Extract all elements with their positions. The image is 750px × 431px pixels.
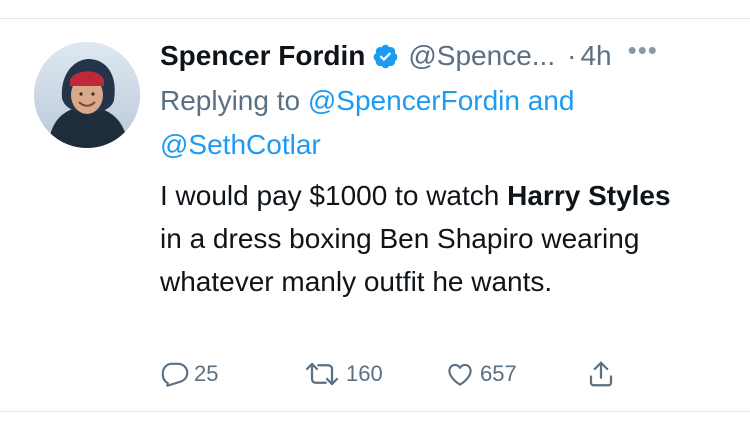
tweet-text-bold: Harry Styles xyxy=(507,180,671,211)
like-icon xyxy=(444,359,476,389)
retweet-icon xyxy=(302,359,342,389)
verified-badge-icon xyxy=(372,43,399,70)
tweet-actions: 25 160 657 xyxy=(160,358,616,390)
tweet-text-part-1: I would pay $1000 to watch xyxy=(160,180,500,211)
author-name[interactable]: Spencer Fordin xyxy=(160,40,365,72)
avatar-photo xyxy=(34,42,140,148)
share-icon xyxy=(586,358,616,390)
tweet-timestamp[interactable]: 4h xyxy=(580,40,611,72)
reply-button[interactable]: 25 xyxy=(160,359,302,389)
retweet-count: 160 xyxy=(346,361,383,386)
like-count: 657 xyxy=(480,361,517,386)
tweet-text-part-2: in a dress boxing Ben Shapiro wearing wh… xyxy=(160,223,640,297)
reply-prefix: Replying to xyxy=(160,85,301,116)
separator-dot: · xyxy=(567,40,577,71)
more-icon[interactable]: ••• xyxy=(628,35,658,66)
reply-icon xyxy=(160,359,190,389)
avatar[interactable] xyxy=(34,42,140,148)
reply-count: 25 xyxy=(194,361,219,386)
tweet: Spencer Fordin @Spence... · 4h ••• Reply… xyxy=(160,34,735,303)
like-button[interactable]: 657 xyxy=(444,359,586,389)
replying-to: Replying to @SpencerFordin and @SethCotl… xyxy=(160,79,735,167)
author-handle[interactable]: @Spence... xyxy=(408,40,555,72)
mention-link-1[interactable]: @SpencerFordin xyxy=(308,85,520,116)
reply-and[interactable]: and xyxy=(528,85,575,116)
retweet-button[interactable]: 160 xyxy=(302,359,444,389)
mention-link-2[interactable]: @SethCotlar xyxy=(160,129,321,160)
share-button[interactable] xyxy=(586,358,616,390)
bottom-divider xyxy=(0,411,750,412)
top-divider xyxy=(0,18,750,19)
tweet-text: I would pay $1000 to watch Harry Styles … xyxy=(160,174,700,303)
tweet-header: Spencer Fordin @Spence... · 4h ••• xyxy=(160,34,735,78)
